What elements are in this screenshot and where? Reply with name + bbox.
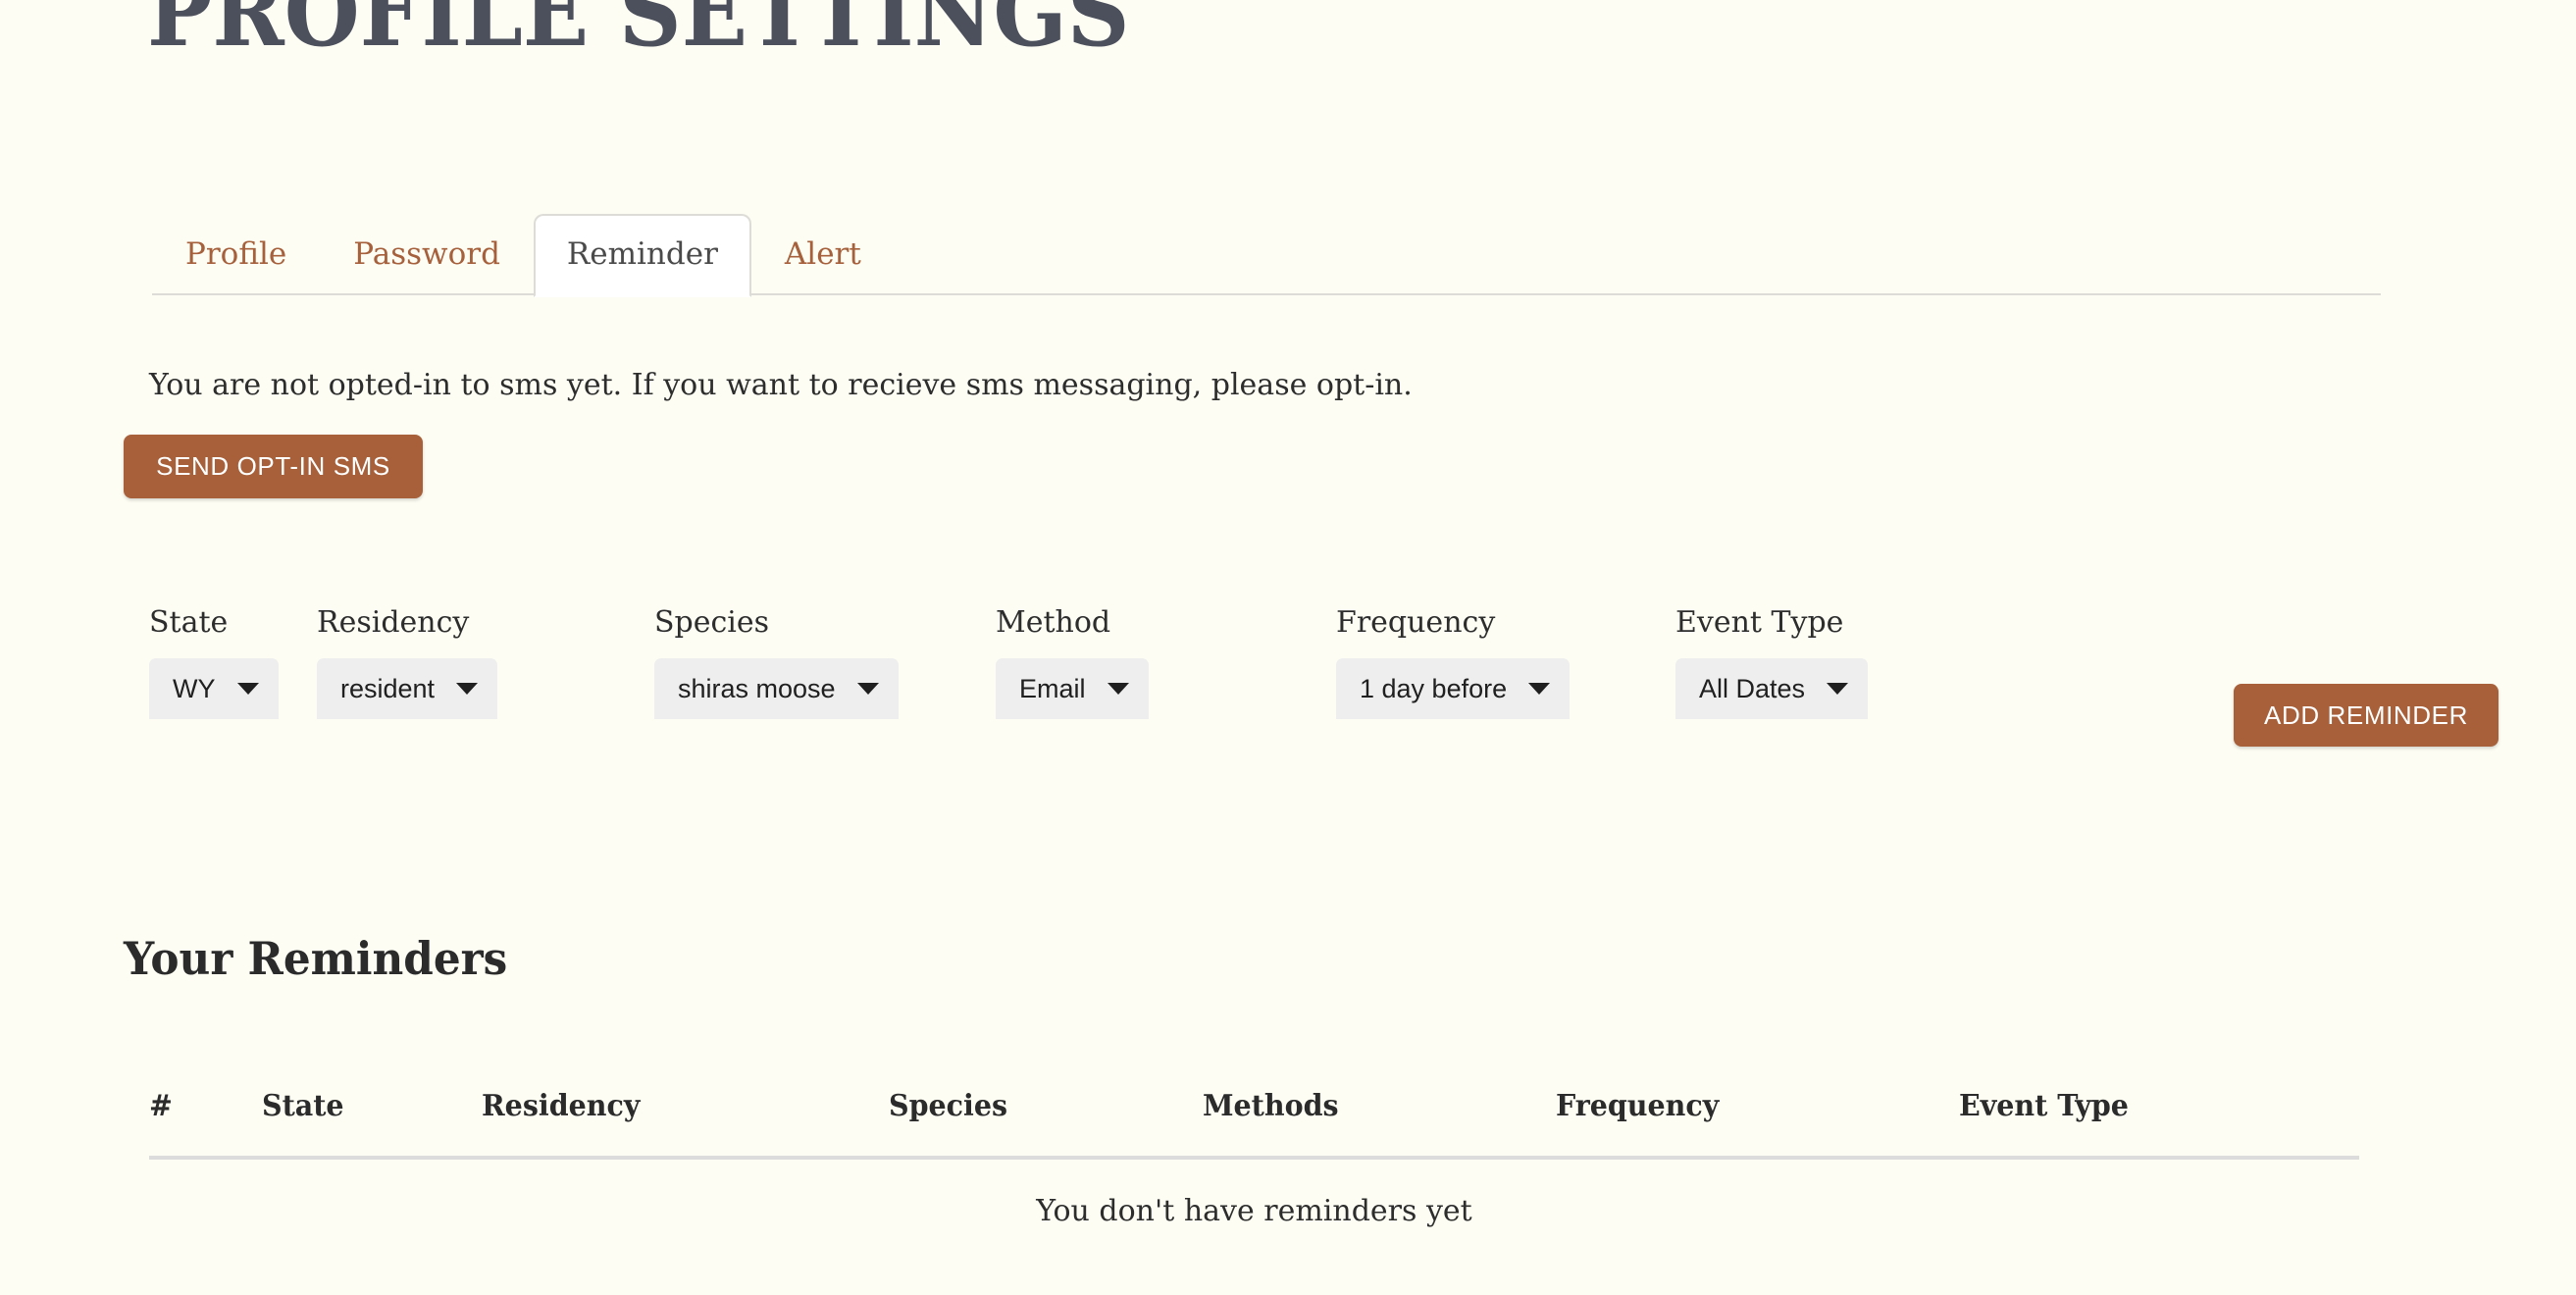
- send-optin-sms-button[interactable]: SEND OPT-IN SMS: [124, 435, 423, 498]
- tab-password[interactable]: Password: [320, 216, 534, 295]
- field-label-method: Method: [996, 605, 1111, 640]
- species-select-value: shiras moose: [678, 673, 836, 703]
- method-select-value: Email: [1019, 673, 1086, 703]
- field-state: State WY: [149, 608, 279, 719]
- field-label-state: State: [149, 605, 229, 640]
- field-event-type: Event Type All Dates: [1675, 605, 1869, 719]
- field-label-species: Species: [654, 605, 770, 640]
- state-select-value: WY: [173, 673, 216, 703]
- field-species: Species shiras moose: [654, 608, 899, 719]
- column-header-index: #: [149, 1089, 173, 1123]
- event-type-select-value: All Dates: [1699, 673, 1806, 703]
- your-reminders-title: Your Reminders: [124, 932, 508, 985]
- page-title: PROFILE SETTINGS: [147, 0, 1130, 68]
- tab-list: Profile Password Reminder Alert: [152, 201, 895, 297]
- column-header-residency: Residency: [482, 1089, 641, 1123]
- reminders-empty-row: You don't have reminders yet: [149, 1160, 2359, 1248]
- chevron-down-icon: [856, 683, 879, 695]
- state-select[interactable]: WY: [149, 658, 279, 719]
- tab-reminder[interactable]: Reminder: [533, 214, 751, 297]
- frequency-select[interactable]: 1 day before: [1336, 658, 1571, 719]
- field-label-residency: Residency: [317, 605, 470, 640]
- column-header-frequency: Frequency: [1556, 1089, 1720, 1123]
- frequency-select-value: 1 day before: [1360, 673, 1508, 703]
- field-label-event-type: Event Type: [1675, 605, 1844, 640]
- column-header-species: Species: [889, 1089, 1008, 1123]
- field-residency: Residency resident: [317, 605, 498, 719]
- event-type-select[interactable]: All Dates: [1675, 658, 1869, 719]
- reminders-table-header: # State Residency Species Methods Freque…: [149, 1089, 2359, 1160]
- add-reminder-button[interactable]: ADD REMINDER: [2234, 684, 2499, 747]
- reminder-filter-row: State WY Residency resident Species shir…: [0, 608, 2576, 755]
- chevron-down-icon: [1528, 683, 1551, 695]
- field-method: Method Email: [996, 608, 1149, 719]
- field-label-frequency: Frequency: [1336, 605, 1496, 640]
- species-select[interactable]: shiras moose: [654, 658, 899, 719]
- method-select[interactable]: Email: [996, 658, 1149, 719]
- reminders-table: # State Residency Species Methods Freque…: [149, 1089, 2359, 1248]
- tab-profile[interactable]: Profile: [152, 216, 320, 295]
- settings-tabs: Profile Password Reminder Alert: [152, 201, 2381, 297]
- chevron-down-icon: [1107, 683, 1129, 695]
- residency-select-value: resident: [340, 673, 436, 703]
- column-header-methods: Methods: [1203, 1089, 1339, 1123]
- chevron-down-icon: [456, 683, 479, 695]
- residency-select[interactable]: resident: [317, 658, 498, 719]
- field-frequency: Frequency 1 day before: [1336, 605, 1571, 719]
- chevron-down-icon: [1827, 683, 1849, 695]
- tab-alert[interactable]: Alert: [751, 216, 895, 295]
- column-header-state: State: [262, 1089, 344, 1123]
- optin-message: You are not opted-in to sms yet. If you …: [149, 368, 1413, 402]
- chevron-down-icon: [236, 683, 259, 695]
- reminders-empty-message: You don't have reminders yet: [1036, 1194, 1472, 1228]
- column-header-event-type: Event Type: [1959, 1089, 2129, 1123]
- profile-settings-page: PROFILE SETTINGS Profile Password Remind…: [0, 0, 2576, 1295]
